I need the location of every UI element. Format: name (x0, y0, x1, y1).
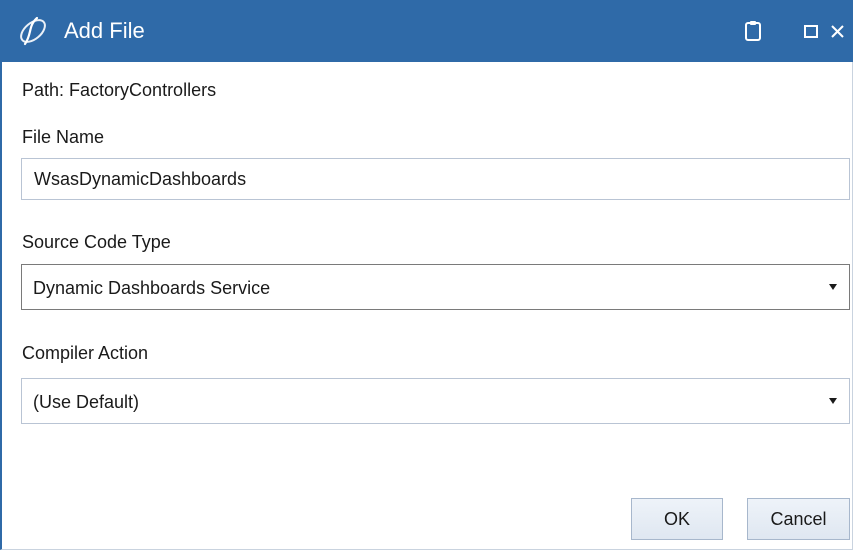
file-name-label: File Name (22, 127, 105, 147)
dialog-title: Add File (64, 18, 145, 43)
path-label: Path: FactoryControllers (22, 80, 217, 100)
cancel-button[interactable]: Cancel (747, 498, 850, 540)
maximize-icon[interactable] (802, 19, 822, 43)
add-file-dialog: Add File Path: FactoryControllers File N… (0, 0, 853, 550)
source-code-type-value: Dynamic Dashboards Service (33, 278, 271, 298)
compiler-action-label: Compiler Action (22, 343, 149, 363)
close-icon[interactable] (828, 19, 850, 43)
ok-button[interactable]: OK (631, 498, 723, 540)
swirl-logo-icon (20, 16, 46, 46)
title-bar: Add File (2, 0, 853, 62)
source-code-type-select[interactable]: Dynamic Dashboards Service (21, 264, 850, 310)
dropdown-arrow-icon (829, 284, 837, 290)
file-name-input[interactable]: WsasDynamicDashboards (21, 158, 850, 200)
dropdown-arrow-icon (829, 398, 837, 404)
compiler-action-select[interactable]: (Use Default) (21, 378, 850, 424)
clipboard-icon[interactable] (742, 19, 764, 43)
compiler-action-value: (Use Default) (33, 392, 140, 412)
source-code-type-label: Source Code Type (22, 232, 171, 252)
